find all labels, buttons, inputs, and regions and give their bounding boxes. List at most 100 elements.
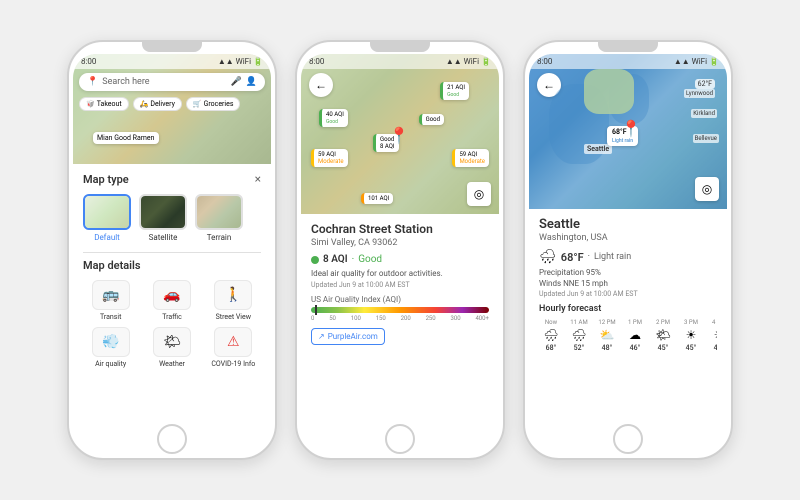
phone-home-2[interactable] [385, 424, 415, 454]
traffic-icon: 🚗 [153, 280, 191, 310]
groceries-icon: 🛒 [193, 100, 202, 108]
badge-condition: Light rain [612, 138, 633, 144]
aqi-description: Ideal air quality for outdoor activities… [311, 269, 489, 278]
terrain-label: Terrain [207, 233, 232, 242]
time-1: 8:00 [81, 57, 96, 66]
default-thumb [83, 194, 131, 230]
hour-0-icon: 🌧 [543, 328, 558, 342]
winds-detail: Winds NNE 15 mph [539, 279, 717, 288]
filter-delivery[interactable]: 🛵 Delivery [133, 97, 182, 111]
purpleair-label: PurpleAir.com [328, 332, 378, 341]
hour-0-temp: 68° [546, 344, 557, 352]
hourly-forecast-title: Hourly forecast [539, 304, 717, 314]
detail-weather[interactable]: 🌤 Weather [144, 327, 199, 368]
hour-0-time: Now [545, 319, 557, 326]
map-type-options: Default Satellite Terrain [83, 194, 261, 242]
filter-takeout[interactable]: 🥡 Takeout [79, 97, 129, 111]
weather-condition-icon: 🌧 [539, 249, 557, 265]
air-quality-label: Air quality [95, 360, 126, 368]
detail-street-view[interactable]: 🚶 Street View [206, 280, 261, 321]
hour-4-time: 2 PM [656, 319, 670, 326]
detail-covid[interactable]: ⚠ COVID-19 Info [206, 327, 261, 368]
hourly-item-2: 12 PM ⛅ 48° [595, 319, 619, 352]
aqi-badge-101: 101 AQI [361, 193, 393, 204]
map-option-default[interactable]: Default [83, 194, 131, 242]
transit-label: Transit [100, 313, 121, 321]
aqi-updated: Updated Jun 9 at 10:00 AM EST [311, 281, 489, 289]
phone-notch-3 [598, 42, 658, 52]
aqi-badge-good-center: Good [419, 114, 444, 125]
map-view-1: 8:00 ▲▲ WiFi 🔋 📍 Search here 🎤 👤 🥡 Takeo… [73, 54, 271, 164]
ramen-label: Mian Good Ramen [93, 132, 159, 144]
locate-button-2[interactable]: ◎ [467, 182, 491, 206]
satellite-label: Satellite [149, 233, 178, 242]
map-details-grid: 🚌 Transit 🚗 Traffic 🚶 Street View 💨 Air … [83, 280, 261, 368]
hourly-item-1: 11 AM 🌧 52° [567, 319, 591, 352]
aqi-status-label: Good [358, 254, 382, 265]
back-button-2[interactable]: ← [309, 73, 333, 97]
hour-2-time: 12 PM [598, 319, 615, 326]
weather-main: 🌧 68°F · Light rain [539, 249, 717, 265]
filter-row: 🥡 Takeout 🛵 Delivery 🛒 Groceries [73, 95, 271, 113]
map-option-satellite[interactable]: Satellite [139, 194, 187, 242]
satellite-thumb [139, 194, 187, 230]
weather-condition-label: Light rain [594, 252, 631, 262]
lynnwood-label: Lynnwood [684, 89, 715, 98]
filter-groceries[interactable]: 🛒 Groceries [186, 97, 241, 111]
map-view-2: 8:00 ▲▲ WiFi 🔋 ← 21 AQIGood 40 AQIGood G… [301, 54, 499, 214]
hourly-scroll: Now 🌧 68° 11 AM 🌧 52° 12 PM ⛅ 48° [539, 319, 717, 352]
map-option-terrain[interactable]: Terrain [195, 194, 243, 242]
weather-temperature: 68°F [561, 251, 584, 264]
map-view-3: 8:00 ▲▲ WiFi 🔋 ← Lynnwood Kirkland Belle… [529, 54, 727, 209]
search-placeholder: Search here [102, 77, 149, 87]
takeout-icon: 🥡 [86, 100, 95, 108]
status-bar-1: 8:00 ▲▲ WiFi 🔋 [73, 54, 271, 69]
aqi-badge-59-right: 59 AQIModerate [452, 149, 489, 167]
hourly-item-6: 4 PM ☀ 45° [707, 319, 717, 352]
aqi-badge-59-left: 59 AQIModerate [311, 149, 348, 167]
purpleair-link[interactable]: ↗ PurpleAir.com [311, 328, 385, 345]
covid-label: COVID-19 Info [211, 360, 255, 368]
satellite-thumb-img [141, 196, 185, 228]
hour-5-temp: 45° [686, 344, 697, 352]
avatar-small: 👤 [246, 77, 257, 87]
maps-icon: 📍 [87, 77, 98, 87]
hour-3-time: 1 PM [628, 319, 642, 326]
signal-icons-1: ▲▲ WiFi 🔋 [218, 57, 263, 66]
status-bar-2: 8:00 ▲▲ WiFi 🔋 [301, 54, 499, 69]
locate-button-3[interactable]: ◎ [695, 177, 719, 201]
hour-2-icon: ⛅ [600, 328, 615, 342]
aqi-row: 8 AQI · Good [311, 254, 489, 265]
detail-traffic[interactable]: 🚗 Traffic [144, 280, 199, 321]
phone-screen-2: 8:00 ▲▲ WiFi 🔋 ← 21 AQIGood 40 AQIGood G… [301, 54, 499, 420]
city-region: Washington, USA [539, 233, 717, 243]
external-link-icon: ↗ [318, 332, 325, 341]
map-pin-3: 📍 [621, 119, 641, 138]
phone-home-1[interactable] [157, 424, 187, 454]
detail-air-quality[interactable]: 💨 Air quality [83, 327, 138, 368]
aqi-status-text: · [352, 254, 355, 265]
station-name: Cochran Street Station [311, 222, 489, 236]
traffic-label: Traffic [162, 313, 182, 321]
aqi-status-dot [311, 256, 319, 264]
weather-condition-text: · [588, 252, 590, 262]
phone-home-3[interactable] [613, 424, 643, 454]
close-button[interactable]: × [255, 172, 261, 186]
search-bar[interactable]: 📍 Search here 🎤 👤 [79, 73, 265, 91]
hour-5-icon: ☀ [686, 328, 697, 342]
hour-5-time: 3 PM [684, 319, 698, 326]
station-info: Cochran Street Station Simi Valley, CA 9… [301, 214, 499, 353]
aqi-bar-label: US Air Quality Index (AQI) [311, 295, 489, 304]
temp-corner-badge: 62°F [695, 79, 715, 89]
weather-label: Weather [159, 360, 185, 368]
delivery-icon: 🛵 [140, 100, 149, 108]
seattle-map-label: Seattle [584, 144, 612, 154]
phone-screen-3: 8:00 ▲▲ WiFi 🔋 ← Lynnwood Kirkland Belle… [529, 54, 727, 420]
hour-6-temp: 45° [714, 344, 717, 352]
hour-1-icon: 🌧 [571, 328, 586, 342]
phone-screen-1: 8:00 ▲▲ WiFi 🔋 📍 Search here 🎤 👤 🥡 Takeo… [73, 54, 271, 420]
street-view-label: Street View [216, 313, 251, 321]
weather-icon: 🌤 [153, 327, 191, 357]
phone-notch-2 [370, 42, 430, 52]
detail-transit[interactable]: 🚌 Transit [83, 280, 138, 321]
